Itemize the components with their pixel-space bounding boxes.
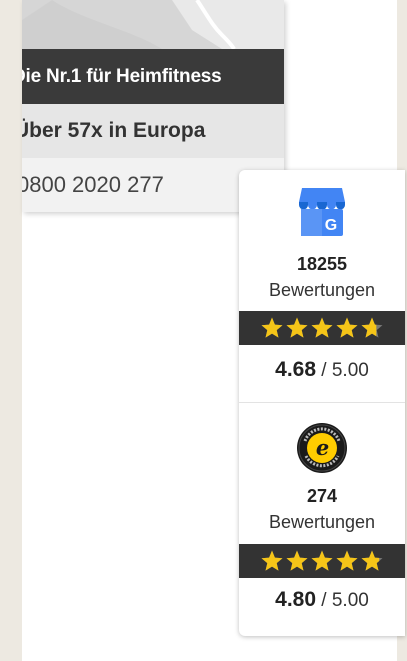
star-icon — [286, 317, 308, 338]
reviews-widget: G 18255 Bewertungen 4.68 / 5.00 e 274 Be… — [239, 170, 405, 636]
trusted-shops-star-rating — [239, 544, 405, 578]
star-icon — [311, 317, 333, 338]
promo-headline: Die Nr.1 für Heimfitness — [22, 49, 284, 104]
google-reviews-section[interactable]: G 18255 Bewertungen 4.68 / 5.00 — [239, 170, 405, 403]
google-review-count: 18255 — [296, 254, 348, 274]
trusted-shops-review-count: 274 — [306, 486, 338, 506]
promo-image — [22, 0, 284, 49]
star-icon — [261, 317, 283, 338]
svg-text:e: e — [316, 435, 329, 460]
google-review-label: Bewertungen — [268, 280, 376, 300]
google-score-value: 4.68 — [275, 358, 317, 381]
google-score: 4.68 / 5.00 — [239, 358, 405, 382]
google-score-max: / 5.00 — [321, 360, 369, 381]
trusted-shops-review-label: Bewertungen — [268, 512, 376, 532]
star-icon — [286, 550, 308, 571]
star-icon — [311, 550, 333, 571]
star-icon — [336, 317, 358, 338]
trusted-shops-score: 4.80 / 5.00 — [239, 588, 405, 612]
svg-text:G: G — [325, 217, 337, 234]
star-icon — [361, 317, 383, 338]
star-icon — [361, 550, 383, 571]
trusted-shops-score-max: / 5.00 — [321, 590, 369, 611]
google-star-rating — [239, 311, 405, 345]
trusted-shops-section[interactable]: e 274 Bewertungen 4.80 / 5.00 — [239, 403, 405, 636]
star-icon — [336, 550, 358, 571]
trusted-shops-icon: e — [239, 422, 405, 479]
promo-subline: Über 57x in Europa — [22, 104, 284, 158]
trusted-shops-score-value: 4.80 — [275, 588, 317, 611]
google-my-business-icon: G — [239, 186, 405, 243]
page-background-left — [0, 0, 22, 661]
star-icon — [261, 550, 283, 571]
